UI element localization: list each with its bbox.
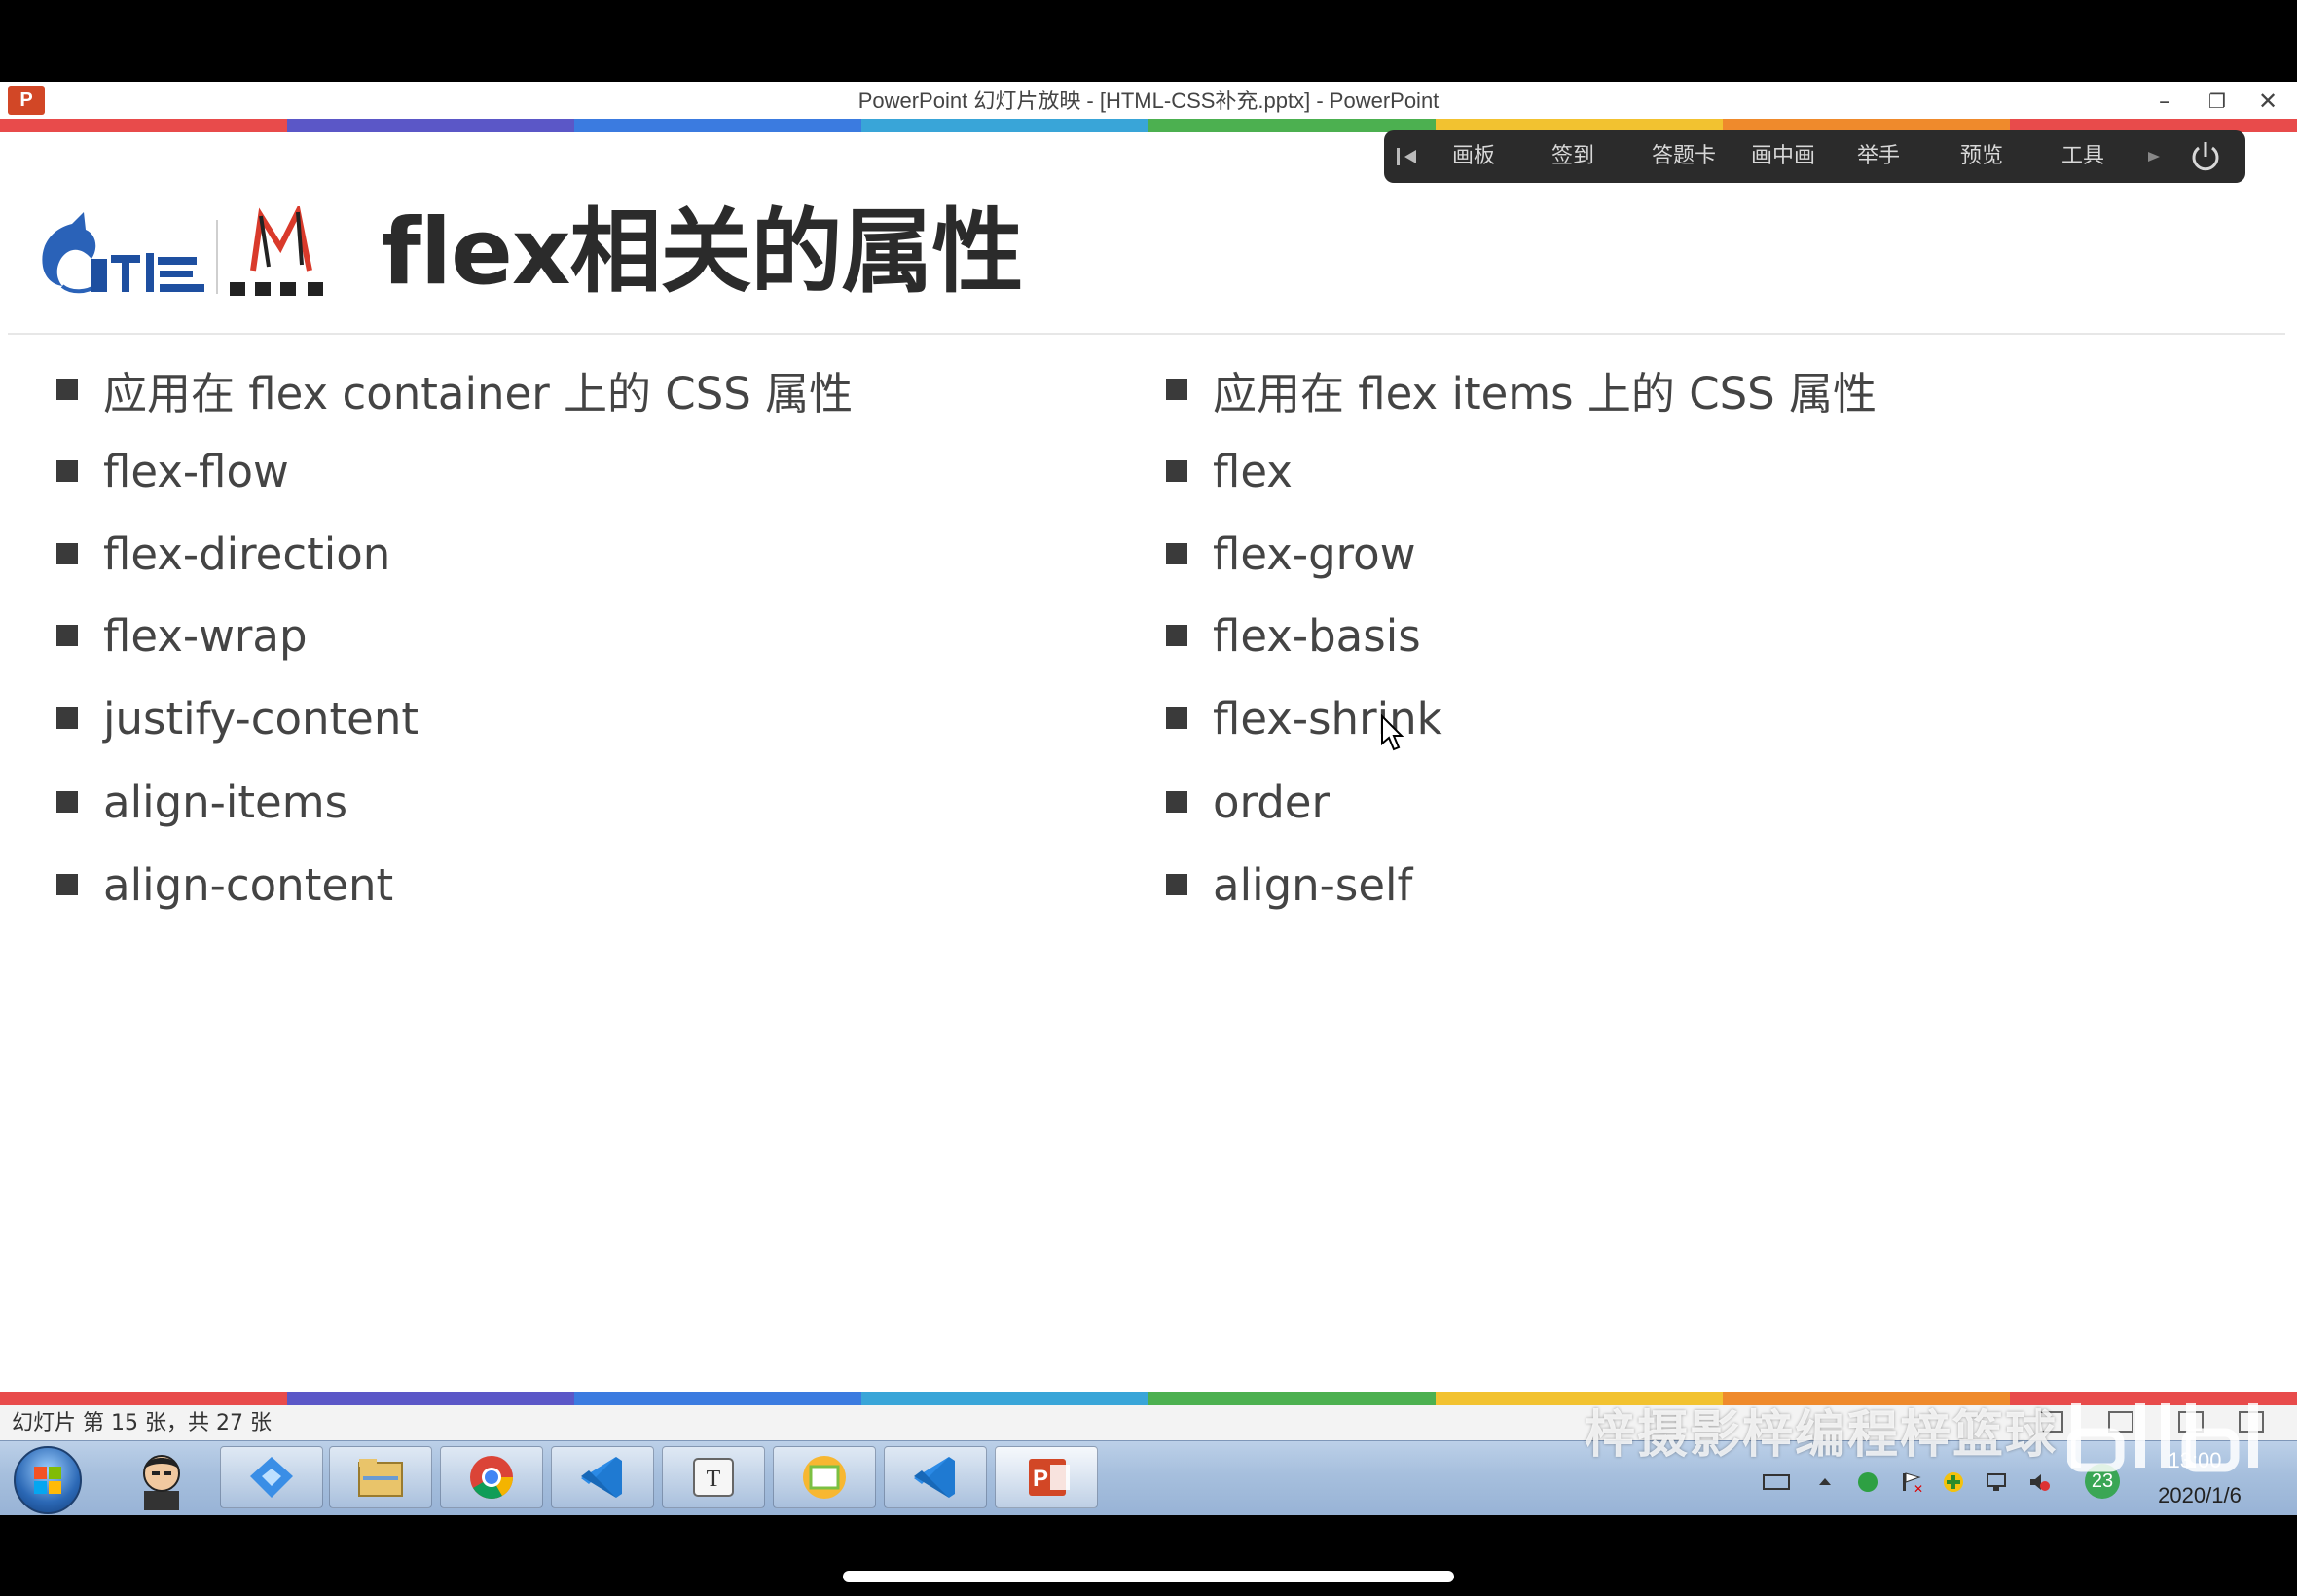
svg-text:✕: ✕: [1914, 1482, 1923, 1495]
toolbar-raise-hand[interactable]: 举手: [1843, 130, 1914, 183]
slide-count-status: 幻灯片 第 15 张，共 27 张: [12, 1411, 272, 1435]
toolbar-preview[interactable]: 预览: [1945, 130, 2019, 183]
right-bullet-item: flex: [1166, 440, 1293, 502]
slide-header-divider: [8, 333, 2285, 335]
right-bullet-item: flex-grow: [1166, 523, 1416, 585]
toolbar-sign-in[interactable]: 签到: [1538, 130, 1608, 183]
volume-muted-icon[interactable]: [2026, 1469, 2052, 1495]
left-bullet-item: flex-wrap: [56, 604, 308, 667]
xiaomage-logo: [230, 206, 323, 296]
bullet-square-icon: [1166, 625, 1187, 646]
left-bullet-item: justify-content: [56, 687, 419, 749]
taskbar-vscode[interactable]: [884, 1446, 987, 1508]
user-avatar-icon[interactable]: [115, 1446, 208, 1510]
bullet-square-icon: [56, 791, 78, 813]
collapse-toolbar-icon[interactable]: [1390, 130, 1425, 183]
window-title: PowerPoint 幻灯片放映 - [HTML-CSS补充.pptx] - P…: [857, 89, 1440, 113]
logo-divider: [216, 220, 218, 294]
slide-title: flex相关的属性: [382, 200, 1024, 306]
taskbar-powerpoint[interactable]: P: [995, 1446, 1098, 1508]
taskbar-sketch[interactable]: [773, 1446, 876, 1508]
bullet-square-icon: [56, 543, 78, 564]
bullet-square-icon: [56, 874, 78, 895]
taskbar-vscode[interactable]: [551, 1446, 654, 1508]
bullet-square-icon: [56, 379, 78, 400]
windows-start-icon[interactable]: [14, 1446, 82, 1514]
left-bullet-item: align-content: [56, 853, 393, 916]
svg-text:T: T: [707, 1467, 721, 1492]
keyboard-icon[interactable]: [1762, 1469, 1791, 1495]
bullet-square-icon: [56, 625, 78, 646]
video-watermark: 梓摄影梓编程梓篮球: [1585, 1406, 2059, 1465]
toolbar-arrow-icon[interactable]: [2139, 130, 2169, 183]
clock-date[interactable]: 2020/1/6: [2132, 1481, 2268, 1510]
power-icon[interactable]: [2184, 130, 2227, 183]
svg-text:P: P: [1033, 1466, 1048, 1492]
right-bullet-item: align-self: [1166, 853, 1412, 916]
bullet-square-icon: [56, 707, 78, 729]
left-bullet-item: align-items: [56, 771, 347, 833]
bullet-square-icon: [1166, 707, 1187, 729]
restore-button[interactable]: ❐: [2198, 84, 2237, 119]
close-button[interactable]: ✕: [2248, 84, 2287, 119]
minimize-button[interactable]: –: [2145, 84, 2184, 119]
taskbar-typora[interactable]: T: [662, 1446, 765, 1508]
left-bullet-item: flex-direction: [56, 523, 390, 585]
network-icon[interactable]: [1984, 1469, 2009, 1495]
bullet-square-icon: [1166, 874, 1187, 895]
home-indicator[interactable]: [843, 1571, 1454, 1582]
tray-expand-icon[interactable]: [1812, 1469, 1838, 1495]
right-bullet-item: order: [1166, 771, 1330, 833]
toolbar-tools[interactable]: 工具: [2048, 130, 2118, 183]
left-bullet-heading: 应用在 flex container 上的 CSS 属性: [56, 358, 853, 420]
toolbar-drawing-board[interactable]: 画板: [1439, 130, 1509, 183]
wolf-logo: [42, 212, 204, 294]
taskbar-file-explorer[interactable]: [329, 1446, 432, 1508]
right-bullet-item: flex-basis: [1166, 604, 1421, 667]
bullet-square-icon: [1166, 543, 1187, 564]
bullet-square-icon: [1166, 460, 1187, 482]
bilibili-logo-icon: [2067, 1403, 2258, 1472]
tray-green-icon[interactable]: [1855, 1469, 1880, 1495]
toolbar-picture-in-picture[interactable]: 画中画: [1734, 130, 1832, 183]
mouse-cursor-icon: [1381, 714, 1404, 751]
taskbar-chrome[interactable]: [440, 1446, 543, 1508]
action-center-flag-icon[interactable]: ✕: [1898, 1469, 1923, 1495]
tray-plus-icon[interactable]: [1941, 1469, 1966, 1495]
left-bullet-item: flex-flow: [56, 440, 289, 502]
right-bullet-heading: 应用在 flex items 上的 CSS 属性: [1166, 358, 1877, 420]
taskbar-feishu[interactable]: [220, 1446, 323, 1508]
toolbar-answer-card[interactable]: 答题卡: [1635, 130, 1732, 183]
bullet-square-icon: [1166, 379, 1187, 400]
bullet-square-icon: [56, 460, 78, 482]
bullet-square-icon: [1166, 791, 1187, 813]
